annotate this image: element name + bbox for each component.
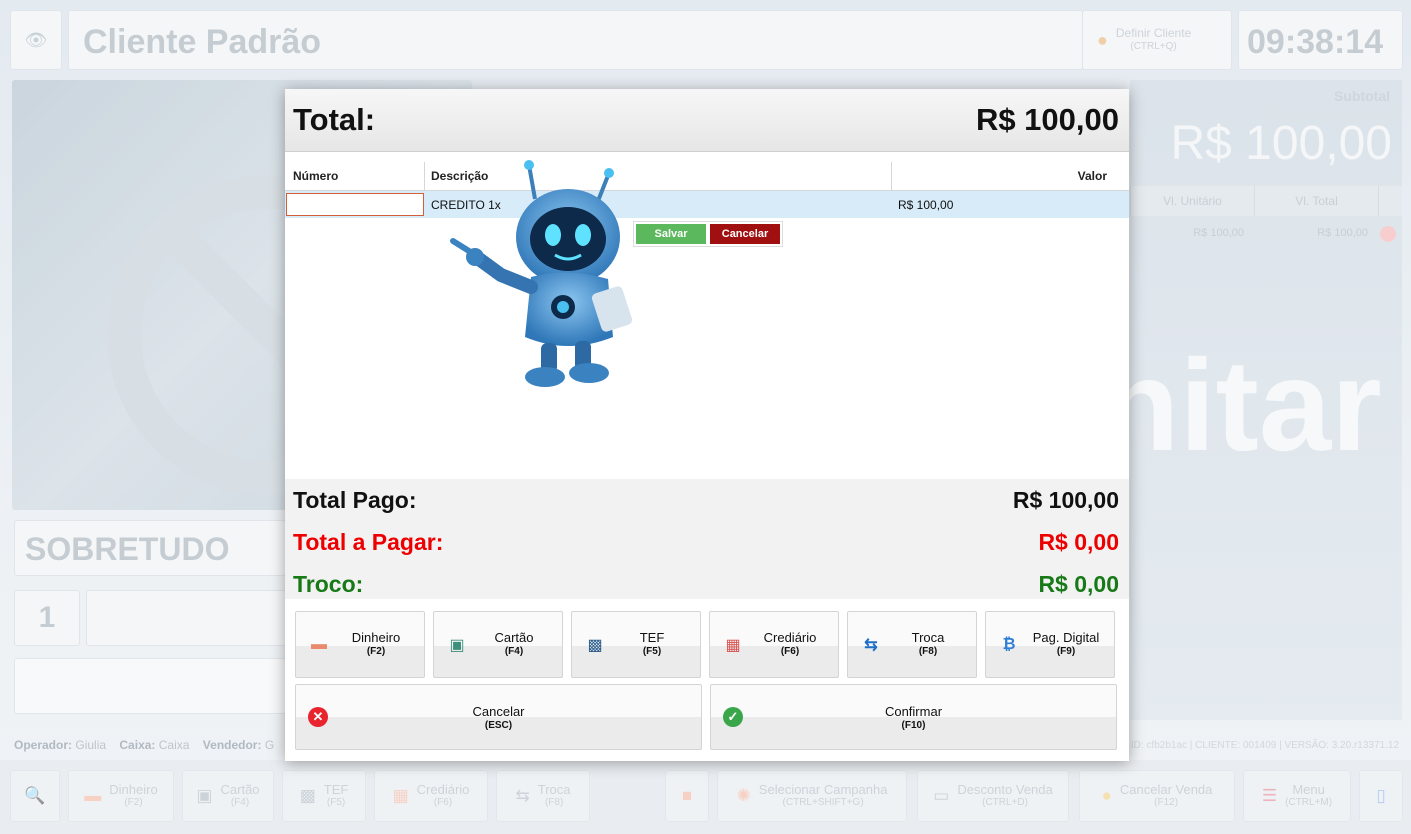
digital-payment-button[interactable]: ₿ Pag. Digital (F9) bbox=[985, 611, 1115, 678]
amount-due-value: R$ 0,00 bbox=[1038, 529, 1119, 555]
cash-icon: ▬ bbox=[311, 635, 327, 653]
tef-icon: ▩ bbox=[587, 636, 603, 654]
modal-title: Total: bbox=[293, 102, 376, 137]
modal-header: Total: R$ 100,00 bbox=[285, 89, 1129, 152]
confirm-button[interactable]: ✓ Confirmar (F10) bbox=[710, 684, 1117, 750]
save-button[interactable]: Salvar bbox=[636, 224, 706, 244]
change-label: Troco: bbox=[293, 571, 364, 597]
credit-payment-button[interactable]: ▦ Crediário (F6) bbox=[709, 611, 839, 678]
calendar-icon: ▦ bbox=[725, 636, 741, 654]
tef-payment-button[interactable]: ▩ TEF (F5) bbox=[571, 611, 701, 678]
total-paid-label: Total Pago: bbox=[293, 487, 417, 513]
card-icon: ▣ bbox=[449, 636, 465, 654]
payment-value: R$ 100,00 bbox=[898, 197, 954, 212]
cash-payment-button[interactable]: ▬ Dinheiro (F2) bbox=[295, 611, 425, 678]
payment-modal: Total: R$ 100,00 Número Descrição Valor … bbox=[285, 89, 1129, 761]
amount-due-label: Total a Pagar: bbox=[293, 529, 444, 555]
cancel-edit-button[interactable]: Cancelar bbox=[710, 224, 780, 244]
total-paid-value: R$ 100,00 bbox=[1012, 487, 1119, 513]
change-value: R$ 0,00 bbox=[1038, 571, 1119, 597]
cancel-button[interactable]: ✕ Cancelar (ESC) bbox=[295, 684, 702, 750]
robot-mascot-image bbox=[450, 160, 633, 387]
modal-total: R$ 100,00 bbox=[975, 102, 1119, 137]
payment-summary: Total Pago: R$ 100,00 Total a Pagar: R$ … bbox=[285, 479, 1129, 599]
column-value: Valor bbox=[1077, 169, 1107, 183]
swap-icon: ⇆ bbox=[864, 636, 878, 654]
card-payment-button[interactable]: ▣ Cartão (F4) bbox=[433, 611, 563, 678]
digital-wallet-icon: ₿ bbox=[1002, 635, 1016, 653]
exchange-payment-button[interactable]: ⇆ Troca (F8) bbox=[847, 611, 977, 678]
row-edit-actions: Salvar Cancelar bbox=[633, 221, 783, 247]
